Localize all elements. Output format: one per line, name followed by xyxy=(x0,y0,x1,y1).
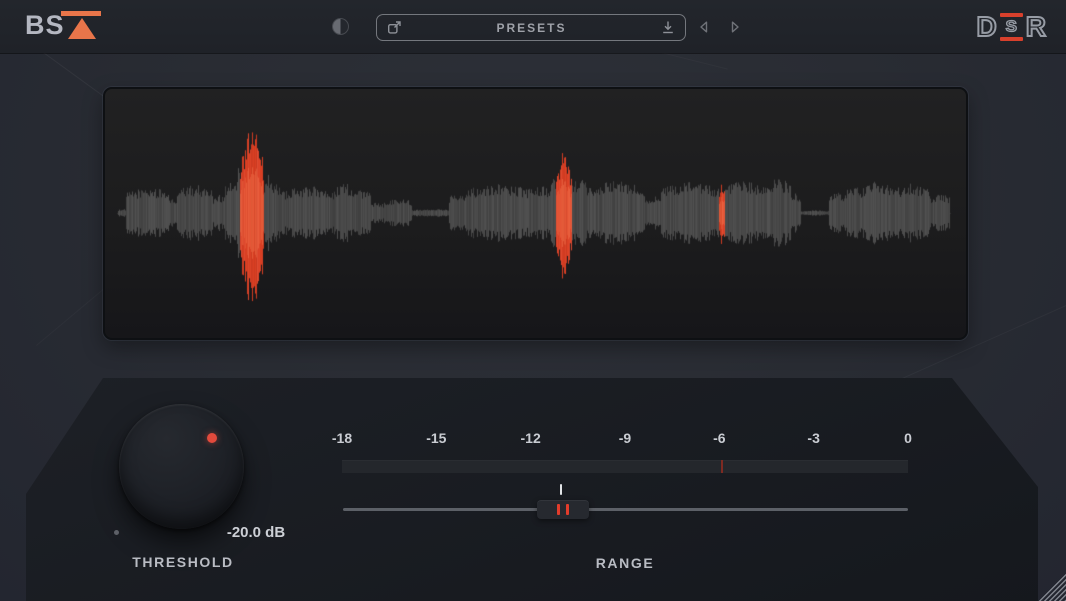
threshold-knob[interactable] xyxy=(119,404,244,529)
dsr-logo: D S R xyxy=(976,11,1047,42)
bsa-logo-text: BS xyxy=(25,10,65,40)
bsa-logo: BS xyxy=(25,10,103,41)
db-tick-label: -9 xyxy=(618,430,632,446)
waveform-display xyxy=(103,87,968,340)
contrast-toggle-icon[interactable] xyxy=(332,18,349,35)
preset-bar[interactable]: PRESETS xyxy=(376,14,686,41)
plugin-window: BS PRESETS D S R -20.0 dB THRESHOLD -18 … xyxy=(0,0,1066,601)
dsr-logo-s-mark-icon: S xyxy=(999,12,1023,41)
threshold-value: -20.0 dB xyxy=(226,524,286,541)
dsr-letter-d: D xyxy=(976,11,998,42)
waveform-canvas xyxy=(105,89,966,338)
db-tick-label: -15 xyxy=(426,430,447,446)
presets-label[interactable]: PRESETS xyxy=(402,21,661,35)
range-slider-track[interactable] xyxy=(343,508,908,511)
export-preset-icon[interactable] xyxy=(387,20,402,35)
save-preset-icon[interactable] xyxy=(661,20,675,35)
db-tick-label: -18 xyxy=(331,430,353,446)
handle-grip-mark xyxy=(557,504,560,515)
handle-grip-mark xyxy=(566,504,569,515)
range-label: RANGE xyxy=(595,555,655,571)
resize-grip[interactable] xyxy=(1038,573,1066,601)
threshold-label: THRESHOLD xyxy=(132,554,234,570)
meter-peak-marker xyxy=(720,460,723,473)
bsa-logo-mark-icon xyxy=(60,10,103,41)
next-preset-icon[interactable] xyxy=(728,20,742,34)
knob-min-marker xyxy=(114,530,119,535)
previous-preset-icon[interactable] xyxy=(697,20,711,34)
db-tick-label: 0 xyxy=(904,430,912,446)
db-tick-label: -12 xyxy=(520,430,541,446)
db-tick-label: -3 xyxy=(807,430,820,446)
range-slider-tick xyxy=(560,484,562,495)
level-meter xyxy=(342,460,908,473)
knob-indicator-dot xyxy=(207,433,217,443)
range-slider-handle[interactable] xyxy=(537,500,589,519)
dsr-letter-r: R xyxy=(1025,11,1047,42)
header-bar: BS PRESETS D S R xyxy=(0,0,1066,53)
db-scale: -18 -15 -12 -9 -6 -3 0 xyxy=(332,430,912,447)
db-tick-label: -6 xyxy=(713,430,726,446)
